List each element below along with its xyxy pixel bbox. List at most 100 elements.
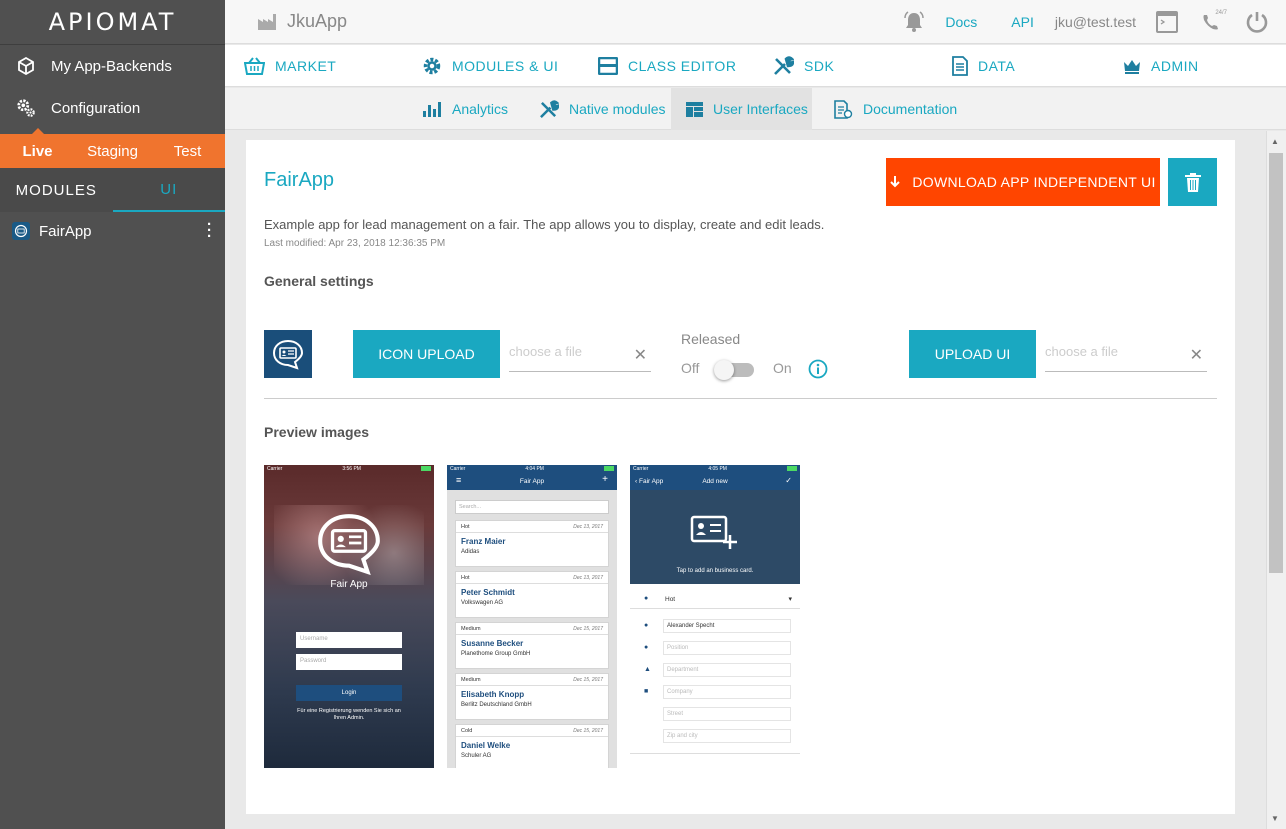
released-on-label: On [773, 360, 792, 376]
tools-icon [540, 99, 559, 118]
preview-image-login[interactable]: Carrier 3:56 PM Fair App Username Passwo… [264, 465, 434, 768]
tab-class-editor[interactable]: CLASS EDITOR [598, 45, 736, 87]
clear-icon[interactable]: ✕ [634, 345, 647, 365]
crown-icon [1124, 60, 1140, 74]
add-title: Add new [702, 478, 728, 485]
icon-file-placeholder: choose a file [509, 344, 582, 359]
time-label: 3:56 PM [342, 466, 361, 472]
lead-name: Franz Maier [461, 537, 506, 546]
login-app-title: Fair App [330, 579, 368, 590]
battery-icon [604, 466, 614, 471]
support-phone-icon[interactable]: 24/7 [1198, 9, 1227, 35]
lead-priority: Medium [461, 677, 481, 683]
password-field: Password [296, 654, 402, 670]
add-business-card-icon [690, 515, 737, 549]
main-nav: MARKET MODULES & UI CLASS EDITOR SDK DAT… [225, 45, 1286, 87]
lead-priority: Cold [461, 728, 473, 734]
cube-icon [16, 56, 36, 76]
caret-down-icon: ▾ [788, 596, 792, 603]
sidebar-item-app-backends[interactable]: My App-Backends [0, 45, 225, 87]
tab-sdk[interactable]: SDK [773, 45, 834, 87]
icon-file-input[interactable]: choose a file ✕ [509, 336, 651, 372]
lead-date: Dec 15, 2017 [573, 728, 603, 734]
list-item-fairapp[interactable]: FairApp · · · [0, 216, 225, 246]
api-link[interactable]: API [1011, 14, 1034, 30]
lead-separator [456, 532, 608, 533]
upload-ui-button[interactable]: UPLOAD UI [909, 330, 1036, 378]
power-icon[interactable] [1244, 9, 1270, 35]
sidebar: APIOMAT My App-Backends Configuration Li… [0, 0, 225, 829]
sidebar-item-configuration[interactable]: Configuration [0, 87, 225, 129]
trash-icon [1184, 172, 1201, 192]
lead-date: Dec 15, 2017 [573, 677, 603, 683]
terminal-icon[interactable] [1154, 9, 1180, 35]
app-icon-preview [264, 330, 312, 378]
icon-upload-button[interactable]: ICON UPLOAD [353, 330, 500, 378]
app-title: JkuApp [257, 11, 347, 32]
app-title-text: JkuApp [287, 11, 348, 31]
support-badge: 24/7 [1215, 10, 1227, 16]
tap-hint: Tap to add an business card. [676, 568, 754, 574]
docs-link[interactable]: Docs [945, 14, 977, 30]
form-row-street: Street [630, 705, 800, 725]
tools-icon [774, 56, 794, 75]
delete-button[interactable] [1168, 158, 1217, 206]
status-bar: Carrier 3:56 PM [264, 465, 434, 474]
zip-field: Zip and city [663, 729, 791, 743]
tab-data[interactable]: DATA [952, 45, 1015, 87]
last-modified: Last modified: Apr 23, 2018 12:36:35 PM [264, 238, 446, 249]
page-scrollbar[interactable]: ▲ ▼ [1266, 131, 1286, 829]
plus-icon: + [602, 474, 608, 485]
gear-icon [423, 57, 441, 75]
env-tab-staging[interactable]: Staging [75, 134, 150, 168]
priority-select: ● Hot ▾ [630, 591, 800, 609]
download-ui-button[interactable]: DOWNLOAD APP INDEPENDENT UI [886, 158, 1160, 206]
form-row-position: ● Position [630, 639, 800, 659]
tab-modules[interactable]: MODULES [0, 168, 113, 212]
subtab-documentation[interactable]: Documentation [834, 88, 957, 130]
layout-icon [686, 101, 703, 117]
clear-icon[interactable]: ✕ [1190, 345, 1203, 365]
name-field: Alexander Specht [663, 619, 791, 633]
page-title: FairApp [264, 169, 335, 191]
env-tab-test[interactable]: Test [150, 134, 225, 168]
tab-admin[interactable]: ADMIN [1123, 45, 1199, 87]
tab-ui[interactable]: UI [112, 168, 225, 212]
lead-company: Berlitz Deutschland GmbH [461, 702, 532, 708]
lead-company: Planethome Group GmbH [461, 651, 531, 657]
apiomat-logo[interactable]: APIOMAT [0, 0, 225, 45]
scroll-down-icon[interactable]: ▼ [1271, 814, 1279, 823]
more-vertical-icon[interactable]: · · · [207, 217, 212, 244]
preview-image-add[interactable]: Carrier 4:05 PM ‹ Fair App Add new ✓ Tap… [630, 465, 800, 768]
lead-priority: Hot [461, 575, 470, 581]
scroll-up-icon[interactable]: ▲ [1271, 137, 1279, 146]
bell-icon[interactable] [901, 9, 927, 35]
lead-name: Peter Schmidt [461, 588, 515, 597]
user-email[interactable]: jku@test.test [1055, 14, 1136, 30]
subtab-analytics-label: Analytics [452, 101, 509, 117]
sidebar-item-label: My App-Backends [51, 57, 172, 75]
scrollbar-thumb[interactable] [1269, 153, 1283, 573]
tab-sdk-label: SDK [804, 58, 835, 74]
preview-images-heading: Preview images [264, 424, 370, 440]
info-icon[interactable] [808, 359, 828, 379]
subtab-analytics[interactable]: Analytics [422, 88, 508, 130]
tab-modules-ui-label: MODULES & UI [452, 58, 559, 74]
released-toggle[interactable] [714, 360, 754, 380]
tab-market[interactable]: MARKET [244, 45, 336, 87]
subtab-user-interfaces[interactable]: User Interfaces [671, 88, 812, 130]
ui-file-input[interactable]: choose a file ✕ [1045, 336, 1207, 372]
lead-date: Dec 13, 2017 [573, 575, 603, 581]
registration-hint: Für eine Registrierung wenden Sie sich a… [297, 708, 401, 721]
preview-image-list[interactable]: Carrier 4:04 PM ≡ Fair App + Search... H… [447, 465, 617, 768]
class-editor-icon [598, 57, 618, 75]
tab-class-editor-label: CLASS EDITOR [628, 58, 737, 74]
tab-modules-ui[interactable]: MODULES & UI [422, 45, 558, 87]
lead-company: Schuler AG [461, 753, 492, 759]
battery-icon [421, 466, 431, 471]
env-tab-live[interactable]: Live [0, 128, 75, 168]
subtab-native-modules[interactable]: Native modules [539, 88, 666, 130]
lead-separator [456, 685, 608, 686]
carrier-label: Carrier [450, 466, 466, 472]
sidebar-item-label: Configuration [51, 99, 141, 117]
